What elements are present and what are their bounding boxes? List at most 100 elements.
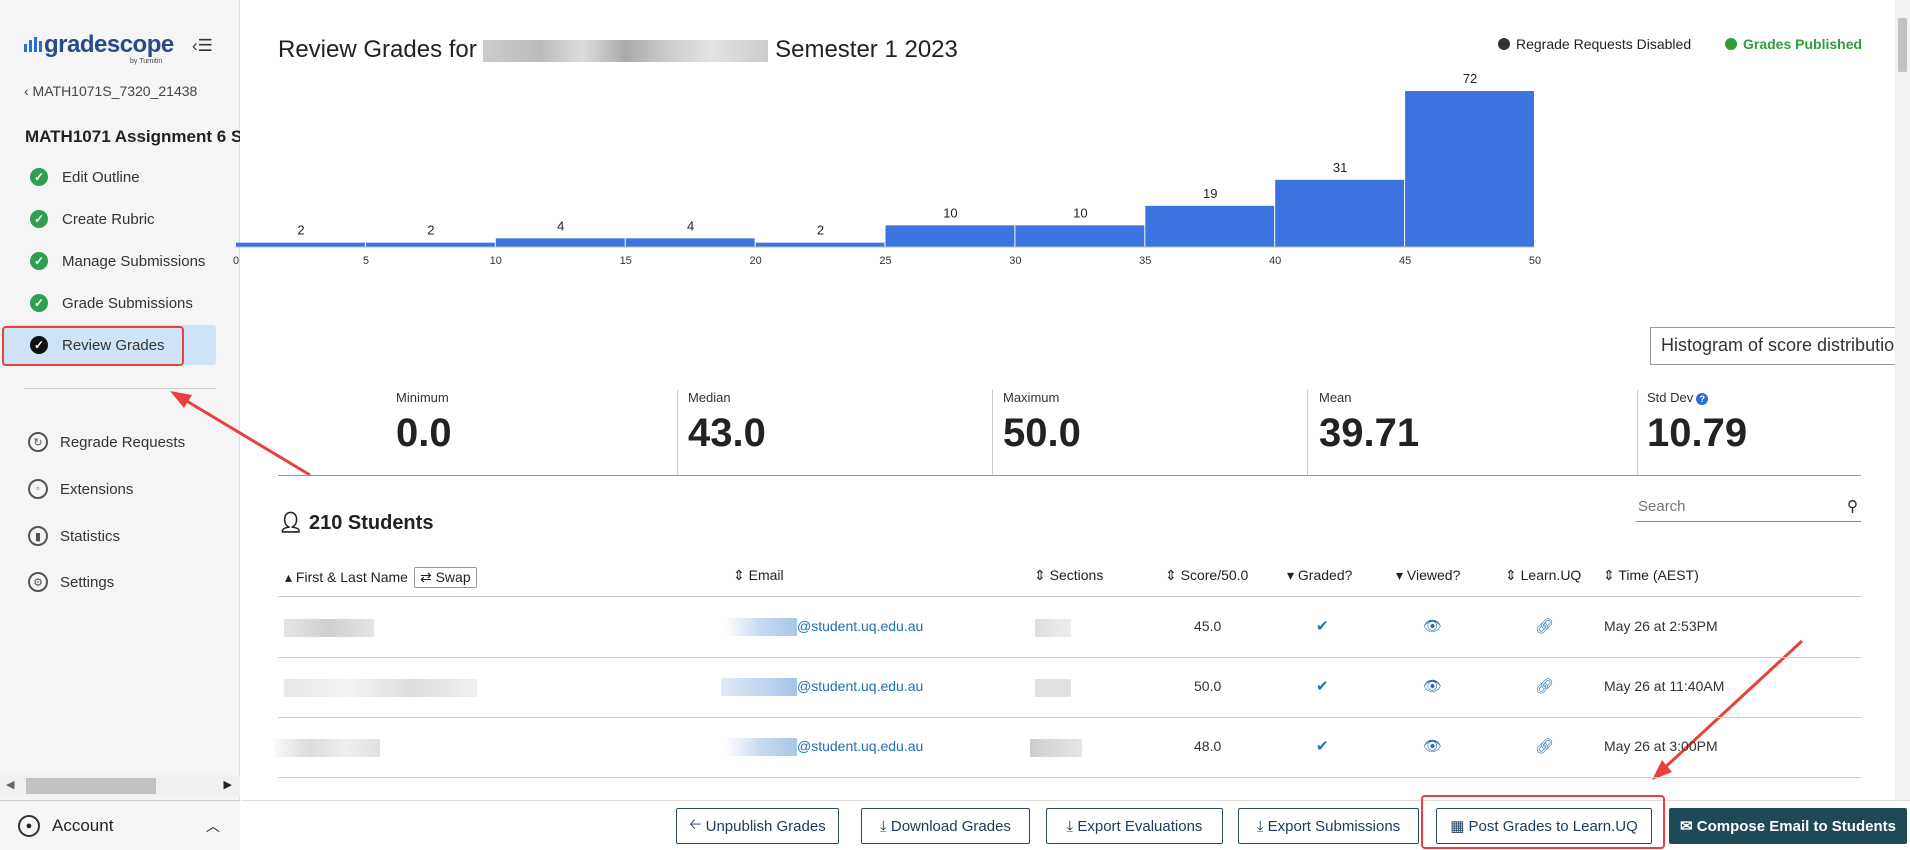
column-email[interactable]: ⇕ Email [733,567,784,584]
search-box[interactable]: ⚲ [1636,492,1861,522]
histogram-bar[interactable] [236,242,365,247]
column-label: Learn.UQ [1520,567,1582,583]
student-email[interactable]: @student.uq.edu.au [725,618,923,637]
column-time[interactable]: ⇕ Time (AEST) [1603,567,1699,584]
score-cell: 45.0 [1194,618,1222,634]
arrow-left-icon: 🡠 [689,815,706,833]
email-domain: @student.uq.edu.au [797,738,924,754]
score-histogram: 2 2 4 4 2 10 10 19 31 72 0 5 10 15 20 25 30 35 40 45 50 [233,71,1541,267]
stat-minimum: Minimum 0.0 [396,390,452,475]
x-tick-label: 50 [1529,255,1541,267]
x-tick-label: 30 [1009,255,1021,267]
x-tick-label: 10 [490,255,502,267]
histogram-bar[interactable] [625,238,755,247]
page-title: Review Grades for Semester 1 2023 [278,36,958,64]
stat-value: 10.79 [1647,411,1748,455]
email-domain: @student.uq.edu.au [797,678,924,694]
column-label: Email [748,567,784,583]
status-dot-icon [1725,38,1737,50]
column-viewed[interactable]: ▾ Viewed? [1396,567,1460,584]
histogram-bar[interactable] [755,242,885,247]
student-email[interactable]: @student.uq.edu.au [721,678,924,697]
histogram-bar[interactable] [1145,205,1275,247]
help-icon[interactable]: ? [1696,393,1709,405]
bar-value-label: 72 [1463,71,1477,86]
viewed-eye-icon[interactable]: 👁︎ [1423,617,1442,635]
search-input[interactable] [1636,492,1826,520]
column-label: Score/50.0 [1180,567,1249,583]
page-title-suffix: Semester 1 2023 [775,36,958,63]
download-icon: ⤓ [1066,817,1078,835]
column-score[interactable]: ⇕ Score/50.0 [1165,567,1248,584]
swap-label: Swap [435,569,471,585]
bar-value-label: 4 [687,218,694,233]
scrollbar-thumb[interactable] [1898,18,1907,72]
histogram-bar[interactable] [495,238,625,247]
stat-median: Median 43.0 [688,390,766,475]
redacted-section [1030,739,1082,757]
compose-email-button[interactable]: ✉ Compose Email to Students [1669,808,1907,844]
column-name[interactable]: ▴ First & Last Name ⇄ Swap [285,567,477,588]
download-icon: ⤓ [880,817,891,835]
column-graded[interactable]: ▾ Graded? [1287,567,1352,584]
stat-value: 39.71 [1319,411,1420,455]
user-icon: 👤︎ [278,512,304,534]
redacted-email [725,618,797,637]
redacted-name[interactable] [284,679,477,697]
x-tick-label: 45 [1399,255,1411,267]
stat-value: 43.0 [688,411,766,455]
graded-check-icon: ✔ [1316,738,1329,755]
x-tick-label: 25 [879,255,891,267]
stat-divider [992,390,993,475]
learnuq-link-icon[interactable]: 🔗︎ [1535,617,1554,635]
viewed-eye-icon[interactable]: 👁︎ [1423,737,1442,755]
redacted-name[interactable] [284,619,374,637]
column-label: Graded? [1297,567,1353,583]
button-label: Compose Email to Students [1696,817,1896,835]
column-label: First & Last Name [295,569,408,585]
stat-label: Minimum [396,390,449,405]
graded-check-icon: ✔ [1316,618,1329,635]
students-count: 👤︎ 210 Students [278,510,433,535]
export-evaluations-button[interactable]: ⤓ Export Evaluations [1046,808,1223,844]
x-tick-label: 0 [233,255,239,267]
column-sections[interactable]: ⇕ Sections [1034,567,1103,584]
stat-divider [1637,390,1638,475]
unpublish-grades-button[interactable]: 🡠 Unpublish Grades [676,808,839,844]
stat-label: Mean [1319,390,1352,405]
bar-value-label: 31 [1333,160,1347,175]
learnuq-link-icon[interactable]: 🔗︎ [1535,677,1554,695]
download-icon: ⤓ [1256,817,1268,835]
histogram-bar[interactable] [365,242,495,247]
column-label: Time (AEST) [1618,567,1699,583]
highlight-box [1421,795,1665,849]
bar-value-label: 4 [557,218,564,233]
histogram-bar[interactable] [885,225,1015,247]
export-submissions-button[interactable]: ⤓ Export Submissions [1238,808,1419,844]
histogram-bar[interactable] [1015,225,1145,247]
stat-std-dev: Std Dev? 10.79 [1647,390,1747,475]
swap-button[interactable]: ⇄ Swap [413,567,477,588]
x-tick-label: 35 [1139,255,1151,267]
bar-value-label: 2 [427,223,434,238]
table-header-divider [278,596,1861,597]
column-learnuq[interactable]: ⇕ Learn.UQ [1505,567,1581,584]
student-email[interactable]: @student.uq.edu.au [725,738,924,757]
stat-value: 50.0 [1003,411,1081,455]
redacted-name[interactable] [274,739,380,757]
learnuq-link-icon[interactable]: 🔗︎ [1535,737,1554,755]
stat-divider [1307,390,1308,475]
redacted-course-name [483,39,769,62]
histogram-bar[interactable] [1275,179,1405,247]
histogram-bar[interactable] [1405,91,1534,247]
download-grades-button[interactable]: ⤓ Download Grades [861,808,1030,844]
regrade-status-label: Regrade Requests Disabled [1516,36,1692,52]
bar-value-label: 10 [1073,205,1087,220]
grades-published-status: Grades Published [1725,36,1862,52]
row-divider [278,717,1861,718]
search-icon[interactable]: ⚲ [1847,497,1858,515]
time-cell: May 26 at 3:00PM [1604,738,1718,754]
viewed-eye-icon[interactable]: 👁︎ [1423,677,1442,695]
vertical-scrollbar[interactable] [1895,0,1910,800]
bar-value-label: 2 [297,223,304,238]
